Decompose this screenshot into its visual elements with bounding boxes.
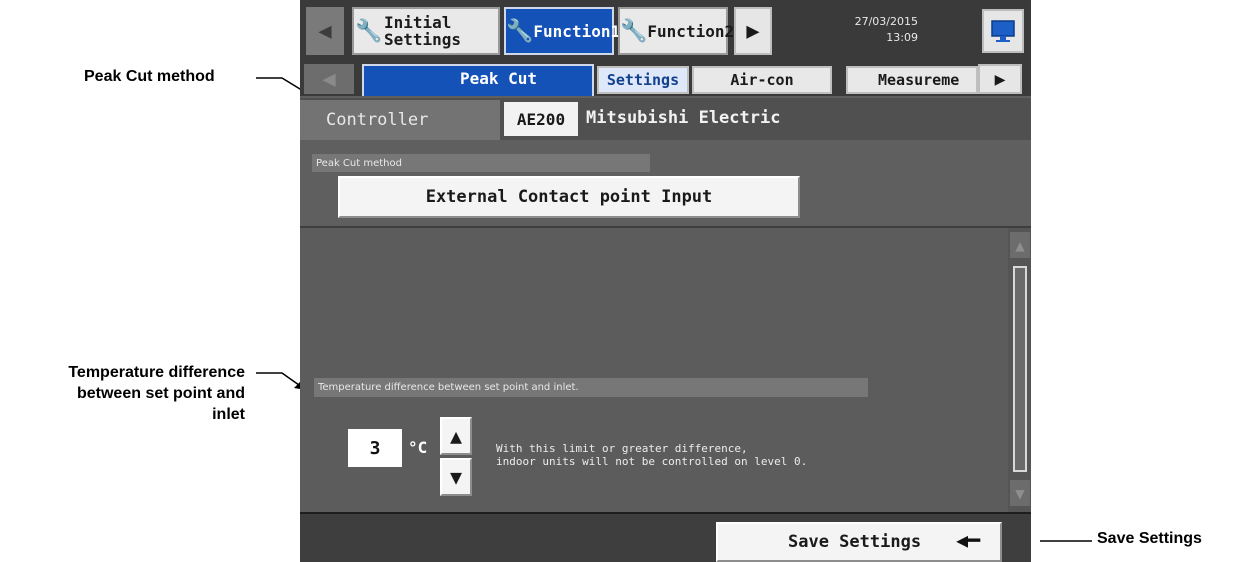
tab-settings[interactable]: Settings xyxy=(597,66,689,94)
initial-label-line-2: Settings xyxy=(384,30,462,49)
tab-function2[interactable]: 🔧 Function2 xyxy=(618,7,734,55)
save-arrow-icon: ◀━ xyxy=(956,528,981,552)
scroll-down-arrow[interactable]: ▼ xyxy=(1010,480,1030,506)
peak-cut-tab-label: Peak Cut xyxy=(460,69,538,88)
wrench-icon: 🔧 xyxy=(355,18,383,44)
temperature-value: 3 xyxy=(348,429,402,467)
initial-settings-label: Initial Settings xyxy=(384,14,461,48)
temperature-label: Temperature difference between set point… xyxy=(314,378,868,397)
controller-label-box: Controller xyxy=(300,100,500,140)
temperature-note: With this limit or greater difference, i… xyxy=(496,442,807,468)
temperature-down-button[interactable]: ▼ xyxy=(440,458,472,496)
date-text: 27/03/2015 xyxy=(854,15,918,28)
temperature-up-button[interactable]: ▲ xyxy=(440,417,472,455)
temperature-unit: °C xyxy=(408,438,428,457)
datetime-display: 27/03/2015 13:09 xyxy=(800,14,918,46)
tab-measurement[interactable]: Measureme xyxy=(846,66,978,94)
scrollbar[interactable]: ▲ ▼ xyxy=(1008,228,1031,512)
settings-panel xyxy=(300,228,1031,512)
wrench-icon: 🔧 xyxy=(506,18,534,44)
tab-peak-cut[interactable]: Peak Cut xyxy=(362,64,594,96)
tab-initial-settings[interactable]: 🔧 Initial Settings xyxy=(352,7,500,55)
nav-right-arrow[interactable]: ▶ xyxy=(734,7,772,55)
note-line-2: indoor units will not be controlled on l… xyxy=(496,455,808,468)
controller-maker: Mitsubishi Electric xyxy=(586,108,781,128)
tab-function1[interactable]: 🔧 Function1 xyxy=(504,7,620,55)
monitor-button[interactable] xyxy=(982,9,1024,53)
scroll-thumb[interactable] xyxy=(1013,266,1027,472)
time-text: 13:09 xyxy=(886,31,918,44)
function2-label: Function2 xyxy=(647,21,735,41)
controller-label: Controller xyxy=(326,110,429,130)
tab-air-con[interactable]: Air-con xyxy=(692,66,832,94)
save-settings-label: Save Settings xyxy=(788,532,922,552)
up-arrow-icon: ▲ xyxy=(449,424,463,448)
device-screen: ◀ 🔧 Initial Settings 🔧 Function1 🔧 Funct… xyxy=(300,0,1031,562)
note-line-1: With this limit or greater difference, xyxy=(496,442,748,455)
controller-model: AE200 xyxy=(504,102,578,136)
scroll-up-arrow[interactable]: ▲ xyxy=(1010,232,1030,258)
function1-label: Function1 xyxy=(533,21,621,41)
nav-left-arrow[interactable]: ◀ xyxy=(306,7,344,55)
peak-cut-method-button[interactable]: External Contact point Input xyxy=(338,176,800,218)
down-arrow-icon: ▼ xyxy=(449,465,463,489)
peak-cut-method-label: Peak Cut method xyxy=(312,154,650,172)
sub-left-arrow[interactable]: ◀ xyxy=(304,64,354,94)
monitor-icon xyxy=(991,20,1015,42)
sub-right-arrow[interactable]: ▶ xyxy=(978,64,1022,94)
wrench-icon: 🔧 xyxy=(620,18,648,44)
